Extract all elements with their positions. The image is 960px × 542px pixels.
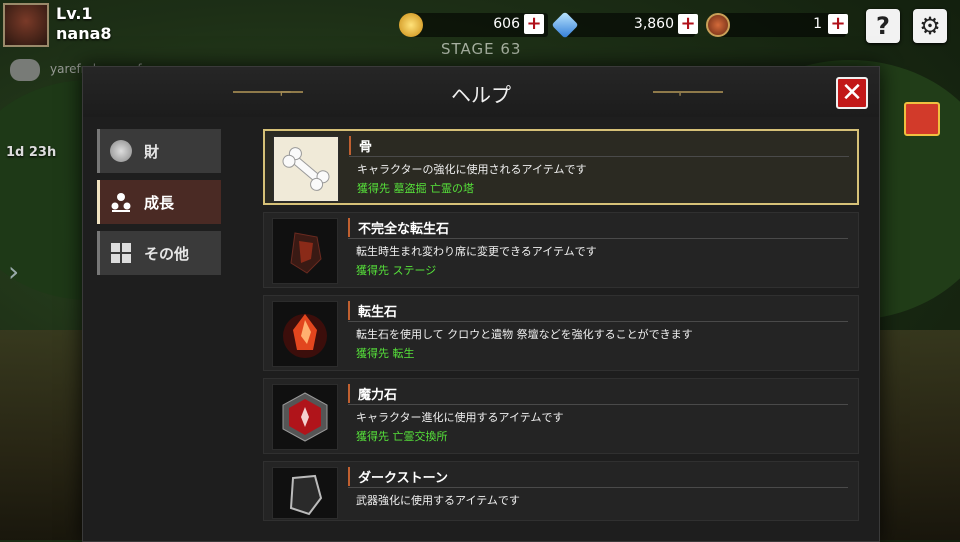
stage-label: STAGE 63: [441, 40, 522, 58]
item-name: 転生石: [348, 301, 397, 320]
magic-stone-icon: [272, 384, 338, 450]
dialog-title: ヘルプ: [451, 83, 511, 107]
item-source: 獲得先 墓盗掘 亡霊の塔: [357, 182, 474, 195]
help-button[interactable]: ?: [866, 9, 900, 43]
item-name: 不完全な転生石: [348, 218, 449, 237]
add-gem-button[interactable]: +: [678, 14, 698, 34]
chat-icon[interactable]: [10, 59, 40, 81]
divider: [348, 404, 848, 405]
header-ornament-right: [653, 91, 723, 93]
tab-wealth[interactable]: 財: [97, 129, 221, 173]
tab-label: 成長: [144, 193, 175, 212]
gold-value: 606: [493, 16, 520, 32]
item-description: キャラクターの強化に使用されるアイテムです: [357, 163, 587, 176]
tab-label: 財: [144, 142, 160, 161]
event-timer: 1d 23h: [6, 145, 57, 160]
divider: [348, 238, 848, 239]
add-medal-button[interactable]: +: [828, 14, 848, 34]
tab-growth[interactable]: 成長: [97, 180, 221, 224]
tab-label: その他: [144, 244, 190, 263]
close-button[interactable]: ✕: [836, 77, 868, 109]
tab-other[interactable]: その他: [97, 231, 221, 275]
item-name: 魔力石: [348, 384, 397, 403]
help-dialog: ⌐ ヘルプ ¬ ✕ 財 成長 その他 骨 キャラクターの強化に使用されるアイテム…: [82, 66, 880, 542]
item-description: 転生時生まれ変わり席に変更できるアイテムです: [356, 245, 597, 258]
list-item[interactable]: 転生石 転生石を使用して クロウと遺物 祭壇などを強化することができます 獲得先…: [263, 295, 859, 371]
item-name: 骨: [349, 136, 372, 155]
item-description: キャラクター進化に使用するアイテムです: [356, 411, 564, 424]
medal-value: 1: [813, 16, 822, 32]
item-description: 転生石を使用して クロウと遺物 祭壇などを強化することができます: [356, 328, 693, 341]
bone-icon: [273, 136, 339, 202]
item-source: 獲得先 転生: [356, 347, 415, 360]
rebirth-stone-icon: [272, 301, 338, 367]
list-item[interactable]: 骨 キャラクターの強化に使用されるアイテムです 獲得先 墓盗掘 亡霊の塔: [263, 129, 859, 205]
add-gold-button[interactable]: +: [524, 14, 544, 34]
item-source: 獲得先 ステージ: [356, 264, 437, 277]
item-description: 武器強化に使用するアイテムです: [356, 494, 520, 507]
medal-bar: [718, 13, 846, 37]
broken-stone-icon: [272, 218, 338, 284]
growth-icon: [110, 191, 132, 213]
player-level: Lv.1: [56, 4, 93, 23]
item-source: 獲得先 亡霊交換所: [356, 430, 448, 443]
coin-icon: [110, 140, 132, 162]
item-name: ダークストーン: [348, 467, 448, 486]
list-item[interactable]: ダークストーン 武器強化に使用するアイテムです: [263, 461, 859, 521]
divider: [348, 487, 848, 488]
grid-icon: [110, 242, 132, 264]
list-item[interactable]: 魔力石 キャラクター進化に使用するアイテムです 獲得先 亡霊交換所: [263, 378, 859, 454]
divider: [349, 156, 849, 157]
divider: [348, 321, 848, 322]
dark-stone-icon: [272, 467, 338, 519]
player-avatar[interactable]: [3, 3, 49, 47]
gem-value: 3,860: [633, 16, 674, 32]
gold-coin-icon: [399, 13, 423, 37]
settings-gear-icon[interactable]: ⚙: [913, 9, 947, 43]
dialog-header: ⌐ ヘルプ ¬ ✕: [83, 67, 879, 117]
chevron-right-icon[interactable]: ›: [8, 255, 19, 288]
player-name: nana8: [56, 24, 112, 43]
list-item[interactable]: 不完全な転生石 転生時生まれ変わり席に変更できるアイテムです 獲得先 ステージ: [263, 212, 859, 288]
medal-icon: [706, 13, 730, 37]
gift-icon[interactable]: [904, 102, 940, 136]
